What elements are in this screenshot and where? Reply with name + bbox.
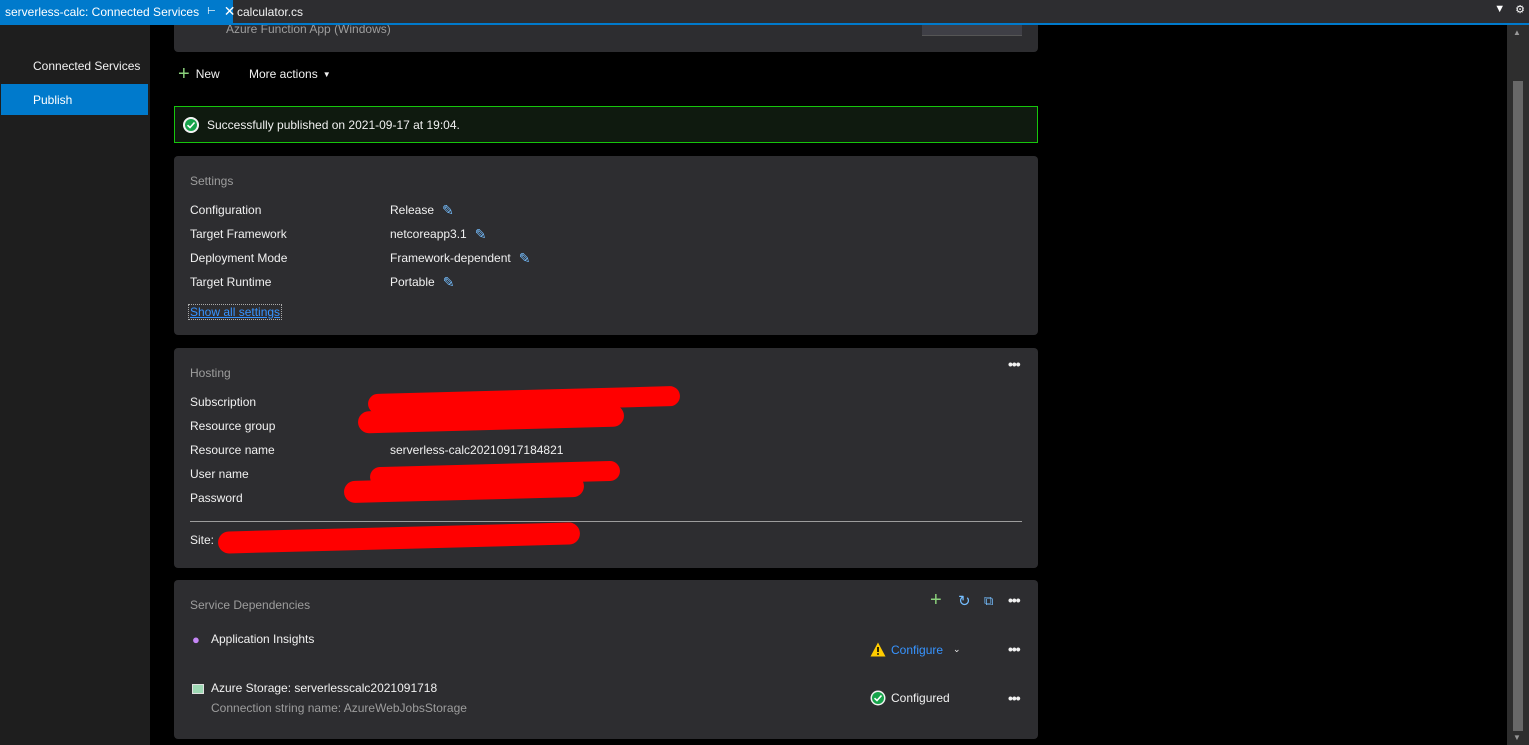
manage-connections-icon[interactable]: ⧉ <box>984 593 993 609</box>
settings-row-value: Portable ✎ <box>390 273 455 291</box>
warning-icon <box>870 642 886 657</box>
settings-card: Settings Configuration Release ✎ Target F… <box>174 156 1038 335</box>
settings-row-label: Target Runtime <box>190 275 272 289</box>
more-options-icon[interactable]: ••• <box>1008 592 1021 608</box>
divider <box>190 521 1022 522</box>
configured-label: Configured <box>891 691 950 705</box>
status-message: Successfully published on 2021-09-17 at … <box>207 117 460 132</box>
hosting-row-label: User name <box>190 467 249 481</box>
scrollbar-thumb[interactable] <box>1513 81 1523 731</box>
settings-row-label: Target Framework <box>190 227 287 241</box>
configured-status: Configured <box>870 690 950 706</box>
more-options-icon[interactable]: ••• <box>1008 641 1021 657</box>
lightbulb-icon: ● <box>192 632 200 647</box>
edit-pencil-icon[interactable]: ✎ <box>442 202 454 219</box>
close-icon[interactable]: ✕ <box>224 3 236 20</box>
add-dependency-icon[interactable]: + <box>930 590 942 610</box>
sidebar-item-label: Publish <box>33 92 73 107</box>
new-button[interactable]: + New <box>178 63 220 85</box>
chevron-down-icon: ▼ <box>322 69 331 79</box>
dependency-name: Azure Storage: serverlesscalc2021091718 <box>211 681 438 695</box>
service-dependencies-card: Service Dependencies + ↻ ⧉ ••• ● Applica… <box>174 580 1038 739</box>
refresh-icon[interactable]: ↻ <box>958 592 971 610</box>
sidebar-item-publish[interactable]: Publish <box>1 84 148 115</box>
more-actions-button[interactable]: More actions ▼ <box>249 65 331 83</box>
profile-subtitle: Azure Function App (Windows) <box>226 25 391 36</box>
sidebar-item-connected-services[interactable]: Connected Services <box>1 50 148 81</box>
connection-string-name: Connection string name: AzureWebJobsStor… <box>211 701 467 715</box>
show-all-settings-link[interactable]: Show all settings <box>188 304 283 320</box>
settings-row-label: Deployment Mode <box>190 251 288 265</box>
settings-title: Settings <box>190 174 234 188</box>
configure-label: Configure <box>891 642 944 657</box>
document-tab-bar: serverless-calc: Connected Services ⊢ ✕ … <box>0 0 1529 25</box>
hosting-row-label: Resource name <box>190 443 275 457</box>
sidebar-item-label: Connected Services <box>33 58 141 73</box>
more-options-icon[interactable]: ••• <box>1008 356 1021 372</box>
hosting-card: Hosting ••• Subscription Resource group … <box>174 348 1038 568</box>
publish-status-banner: Successfully published on 2021-09-17 at … <box>174 106 1038 143</box>
tab-bar-controls: ▼ ⚙ <box>1494 3 1525 16</box>
dependency-name: Application Insights <box>211 632 315 646</box>
redaction-mark <box>217 522 581 554</box>
edit-pencil-icon[interactable]: ✎ <box>475 226 487 243</box>
scroll-up-icon[interactable]: ▲ <box>1513 28 1521 37</box>
resource-name-value: serverless-calc20210917184821 <box>390 443 564 457</box>
hosting-title: Hosting <box>190 366 231 380</box>
more-options-icon[interactable]: ••• <box>1008 690 1021 706</box>
pin-icon[interactable]: ⊢ <box>207 6 216 17</box>
storage-icon <box>192 684 204 694</box>
tab-label: serverless-calc: Connected Services <box>5 4 200 19</box>
check-circle-icon <box>870 690 886 706</box>
sidebar: Connected Services Publish <box>0 25 150 745</box>
new-label: New <box>195 67 220 81</box>
check-circle-icon <box>183 116 199 133</box>
tab-connected-services[interactable]: serverless-calc: Connected Services ⊢ ✕ <box>0 0 236 23</box>
settings-row-value: netcoreapp3.1 ✎ <box>390 225 487 243</box>
more-actions-label: More actions <box>249 67 318 81</box>
settings-row-label: Configuration <box>190 203 262 217</box>
configure-button[interactable]: Configure ⌄ <box>870 642 961 657</box>
edit-pencil-icon[interactable]: ✎ <box>519 250 531 267</box>
tab-label: calculator.cs <box>237 4 304 19</box>
plus-icon: + <box>178 63 190 85</box>
hosting-row-label: Subscription <box>190 395 257 409</box>
settings-row-value: Release ✎ <box>390 201 454 219</box>
tab-calculator[interactable]: calculator.cs <box>237 0 303 23</box>
scroll-down-icon[interactable]: ▼ <box>1513 733 1521 742</box>
chevron-down-icon[interactable]: ⌄ <box>953 644 961 655</box>
site-label: Site: <box>190 533 215 547</box>
hosting-row-label: Resource group <box>190 419 276 433</box>
gear-icon[interactable]: ⚙ <box>1515 3 1525 16</box>
settings-row-value: Framework-dependent ✎ <box>390 249 531 267</box>
service-dependencies-title: Service Dependencies <box>190 598 311 612</box>
tab-dropdown-icon[interactable]: ▼ <box>1494 3 1505 16</box>
publish-button[interactable] <box>922 25 1022 36</box>
vertical-scrollbar[interactable]: ▲ ▼ <box>1507 25 1529 745</box>
edit-pencil-icon[interactable]: ✎ <box>443 274 455 291</box>
publish-page: Azure Function App (Windows) + New More … <box>150 25 1507 745</box>
publish-profile-card: Azure Function App (Windows) <box>174 25 1038 52</box>
hosting-row-label: Password <box>190 491 243 505</box>
